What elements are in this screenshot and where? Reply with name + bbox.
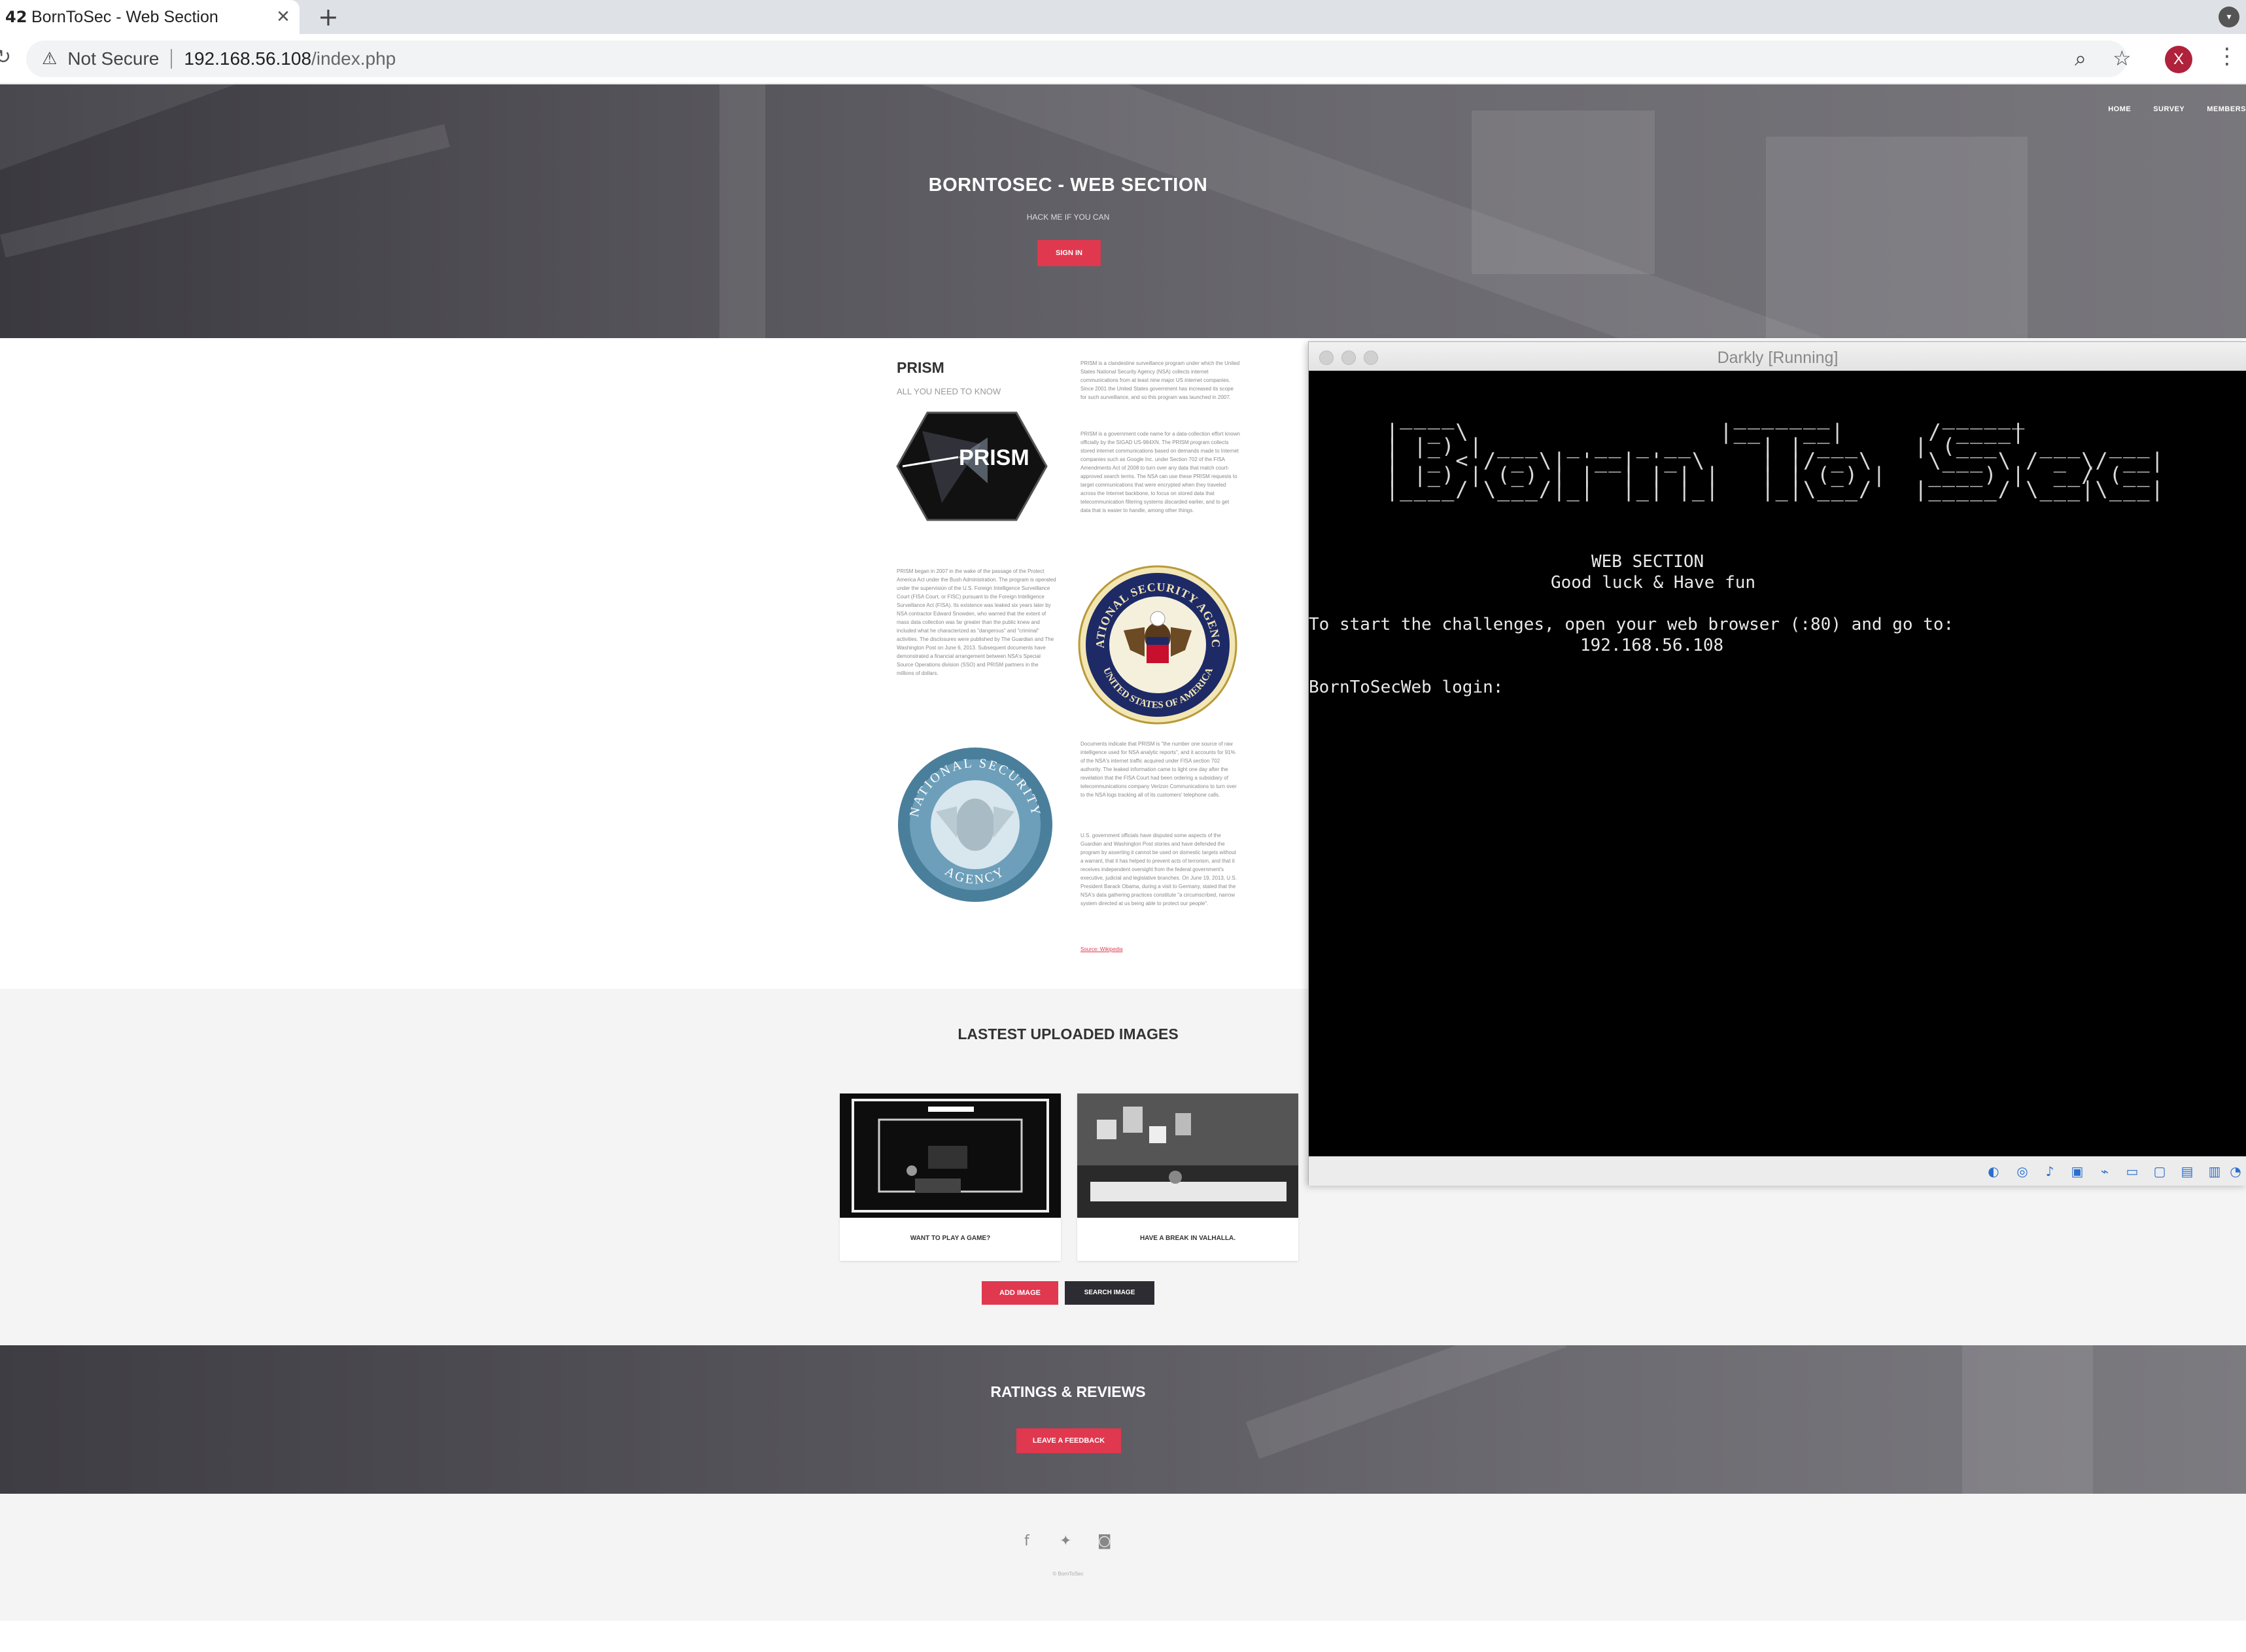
nav-home[interactable]: HOME xyxy=(2108,105,2131,113)
url-host[interactable]: 192.168.56.108 xyxy=(184,48,311,69)
browser-toolbar: ↻ ⚠ Not Secure 192.168.56.108/index.php … xyxy=(0,34,2246,84)
hero-decor xyxy=(719,84,765,338)
bookmark-star-icon[interactable]: ☆ xyxy=(2113,46,2132,71)
prism-logo: PRISM xyxy=(896,411,1048,521)
hard-disk-icon[interactable]: ◐ xyxy=(1985,1162,2002,1180)
optical-drive-icon[interactable]: ◎ xyxy=(2014,1162,2031,1180)
ascii-banner: ____ _______ ______ | _ \ |__ __| / ____… xyxy=(1386,405,2165,502)
ratings-section: RATINGS & REVIEWS LEAVE A FEEDBACK xyxy=(0,1345,2246,1494)
url-divider xyxy=(171,49,173,69)
tab-close-icon[interactable]: ✕ xyxy=(267,7,300,27)
tab-strip: 42 BornToSec - Web Section ✕ + ▾ xyxy=(0,0,2246,34)
ratings-decor xyxy=(1245,1345,1567,1459)
card-caption: WANT TO PLAY A GAME? xyxy=(910,1235,991,1242)
console-web-section: WEB SECTION xyxy=(1591,552,1704,572)
nav-members[interactable]: MEMBERS xyxy=(2207,105,2246,113)
tab-search-icon[interactable]: ▾ xyxy=(2219,7,2239,27)
facebook-icon[interactable]: f xyxy=(1024,1533,1029,1549)
audio-icon[interactable]: ♪ xyxy=(2041,1162,2058,1180)
prism-logo-text: PRISM xyxy=(959,445,1029,470)
url-path[interactable]: /index.php xyxy=(311,48,396,69)
card-image-game-room[interactable] xyxy=(840,1093,1061,1218)
sign-in-button[interactable]: SIGN IN xyxy=(1037,240,1101,266)
network-icon[interactable]: ▣ xyxy=(2069,1162,2086,1180)
hero-title: BORNTOSEC - WEB SECTION xyxy=(928,175,1208,196)
nsa-old-seal-image: NATIONAL SECURITY AGENCY xyxy=(898,748,1052,902)
prism-paragraph-3: PRISM began in 2007 in the wake of the p… xyxy=(897,568,1056,676)
twitter-icon[interactable]: ✦ xyxy=(1060,1533,1071,1549)
hero-decor xyxy=(1766,137,2028,338)
browser-menu-icon[interactable]: ⋮ xyxy=(2216,43,2238,69)
display-icon[interactable]: ▢ xyxy=(2151,1162,2168,1180)
hero-banner: HOME SURVEY MEMBERS BORNTOSEC - WEB SECT… xyxy=(0,84,2246,338)
source-link[interactable]: Source: Wikipedia xyxy=(1080,946,1122,952)
prism-paragraph-5: U.S. government officials have disputed … xyxy=(1080,833,1237,906)
image-card[interactable]: WANT TO PLAY A GAME? xyxy=(840,1093,1061,1261)
ratings-title: RATINGS & REVIEWS xyxy=(990,1383,1146,1400)
vbox-statusbar: ◐ ◎ ♪ ▣ ⌁ ▭ ▢ ▤ ▥ ◔ xyxy=(1309,1156,2246,1186)
virtualbox-window[interactable]: Darkly [Running] ____ _______ ______ | _… xyxy=(1308,341,2246,1186)
cpu-icon[interactable]: ▥ xyxy=(2206,1162,2223,1180)
vbox-titlebar[interactable]: Darkly [Running] xyxy=(1309,342,2246,371)
warning-icon[interactable]: ⚠ xyxy=(42,49,57,69)
browser-tab[interactable]: 42 BornToSec - Web Section ✕ xyxy=(0,0,300,34)
host-key-icon[interactable]: ◔ xyxy=(2227,1162,2244,1180)
video-capture-icon[interactable]: ▤ xyxy=(2179,1162,2196,1180)
prism-paragraph-1: PRISM is a clandestine surveillance prog… xyxy=(1080,360,1240,400)
reload-icon[interactable]: ↻ xyxy=(0,46,11,69)
profile-avatar[interactable]: X xyxy=(2165,46,2192,73)
leave-feedback-button[interactable]: LEAVE A FEEDBACK xyxy=(1016,1428,1121,1453)
instagram-icon[interactable]: ◙ xyxy=(1097,1533,1111,1549)
prism-paragraph-4: Documents indicate that PRISM is "the nu… xyxy=(1080,741,1237,798)
prism-subtitle: ALL YOU NEED TO KNOW xyxy=(897,387,1001,396)
search-image-button[interactable]: SEARCH IMAGE xyxy=(1065,1281,1154,1305)
footer: f ✦ ◙ © BornToSec xyxy=(0,1494,2246,1621)
tab-title: BornToSec - Web Section xyxy=(31,7,218,26)
zoom-icon[interactable]: ⌕ xyxy=(2075,46,2086,71)
add-image-button[interactable]: ADD IMAGE xyxy=(982,1281,1058,1305)
console-login-prompt[interactable]: BornToSecWeb login: xyxy=(1309,677,1503,698)
prism-paragraph-2: PRISM is a government code name for a da… xyxy=(1080,431,1240,513)
image-card[interactable]: HAVE A BREAK IN VALHALLA. xyxy=(1077,1093,1298,1261)
top-nav: HOME SURVEY MEMBERS xyxy=(2108,105,2246,113)
security-status[interactable]: Not Secure xyxy=(67,48,159,69)
tab-favicon-icon: 42 xyxy=(5,8,27,26)
vbox-title: Darkly [Running] xyxy=(1717,349,1839,367)
hero-subtitle: HACK ME IF YOU CAN xyxy=(1026,213,1110,222)
console-start-instructions: To start the challenges, open your web b… xyxy=(1309,615,1954,634)
shared-folder-icon[interactable]: ▭ xyxy=(2124,1162,2141,1180)
card-image-valhalla[interactable] xyxy=(1077,1093,1298,1218)
new-tab-button[interactable]: + xyxy=(318,3,339,31)
address-bar[interactable]: ⚠ Not Secure 192.168.56.108/index.php ⌕ … xyxy=(26,41,2132,77)
vm-console[interactable]: ____ _______ ______ | _ \ |__ __| / ____… xyxy=(1309,371,2246,1156)
console-ip-address: 192.168.56.108 xyxy=(1580,636,1724,655)
copyright-text: © BornToSec xyxy=(1052,1571,1084,1577)
prism-title: PRISM xyxy=(897,359,944,376)
console-good-luck: Good luck & Have fun xyxy=(1551,573,1756,593)
ratings-decor xyxy=(1962,1345,2093,1494)
nav-survey[interactable]: SURVEY xyxy=(2153,105,2185,113)
card-caption: HAVE A BREAK IN VALHALLA. xyxy=(1139,1235,1236,1242)
usb-icon[interactable]: ⌁ xyxy=(2096,1162,2113,1180)
nsa-seal-image: NATIONAL SECURITY AGENCY UNITED STATES O… xyxy=(1078,565,1237,725)
